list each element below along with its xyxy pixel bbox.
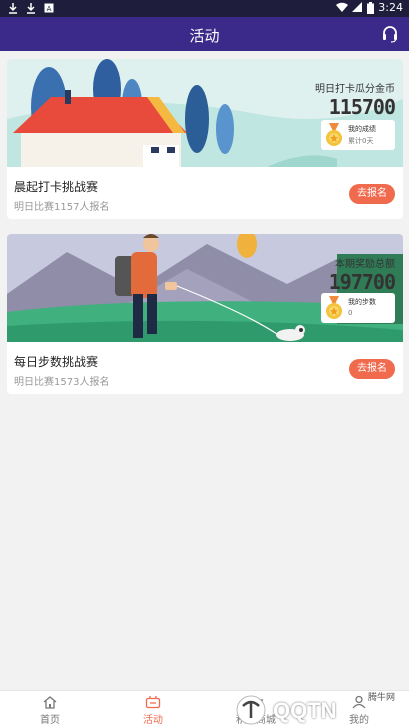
battery-icon [367,1,375,14]
activity-card-checkin[interactable]: 明日打卡瓜分金币 115700 我的成绩 累计0天 晨起打卡挑战赛 明日比赛11… [7,59,403,219]
svg-text:A: A [47,5,52,13]
tab-home[interactable]: 首页 [20,695,80,726]
my-stats-title: 我的成绩 [348,125,376,133]
download-icon [9,3,17,14]
activity-icon [145,696,161,709]
tab-home-label: 首页 [40,715,60,726]
wifi-icon [336,2,349,12]
home-icon [43,696,57,709]
tab-activity[interactable]: 活动 [123,695,183,726]
page-title: 活动 [189,27,220,45]
reward-label: 本期奖励总额 [335,259,395,270]
watermark-text: QQTN [273,698,337,723]
reward-amount: 115700 [328,95,396,119]
title-bar: 活动 [0,17,409,51]
card-title: 晨起打卡挑战赛 [14,180,99,194]
reward-label: 明日打卡瓜分金币 [315,84,395,95]
status-bar: A 3:24 [0,0,409,17]
site-watermark: QQTN 腾牛网 [231,688,401,726]
status-time: 3:24 [378,1,403,14]
signup-button[interactable]: 去报名 [349,184,395,204]
notification-app-icon: A [44,3,54,13]
headset-icon[interactable] [382,25,398,43]
medal-icon [326,123,342,146]
my-steps-title: 我的步数 [348,298,376,306]
my-stats-value: 累计0天 [348,137,374,145]
my-steps-box: 我的步数 0 [321,293,395,323]
my-stats-box: 我的成绩 累计0天 [321,120,395,150]
tab-activity-label: 活动 [143,715,163,726]
activity-card-steps[interactable]: 本期奖励总额 197700 我的步数 0 每日步数挑战赛 明日比赛1573人报名… [7,234,403,394]
medal-icon [326,296,342,319]
download-icon [27,3,35,14]
signal-icon [352,2,363,12]
watermark-small-text: 腾牛网 [367,693,395,703]
card-title: 每日步数挑战赛 [14,355,99,369]
reward-amount: 197700 [328,270,396,294]
card-subtitle: 明日比赛1157人报名 [14,202,110,213]
my-steps-value: 0 [348,309,353,317]
card-subtitle: 明日比赛1573人报名 [14,377,110,388]
signup-button[interactable]: 去报名 [349,359,395,379]
